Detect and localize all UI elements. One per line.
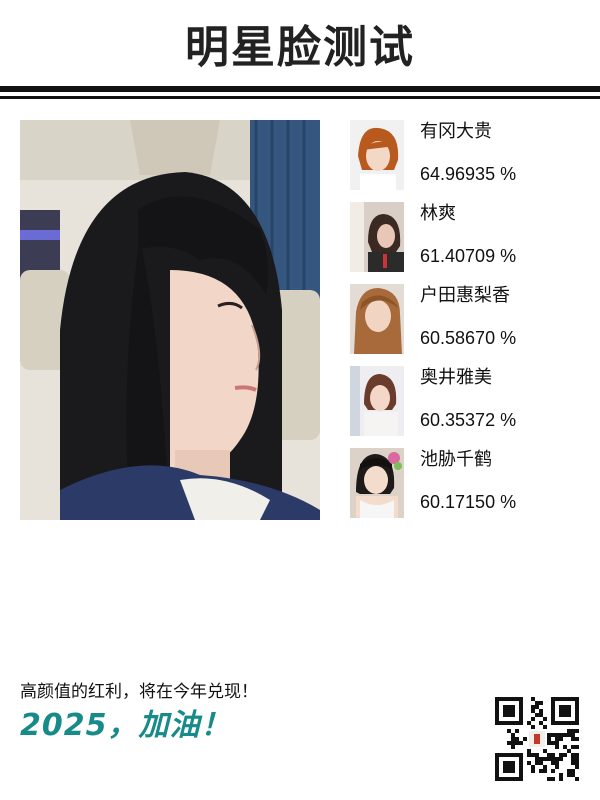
footer-slogan: 2025，加油！: [20, 708, 232, 743]
celebrity-name: 林爽: [420, 203, 456, 224]
celebrity-name: 户田惠梨香: [420, 285, 510, 306]
result-item: 有冈大贵 64.96935 %: [350, 120, 590, 202]
celebrity-name: 池胁千鹤: [420, 449, 492, 470]
result-item: 奥井雅美 60.35372 %: [350, 366, 590, 448]
header-divider-thick: [0, 86, 600, 92]
similarity-score: 60.35372 %: [420, 410, 517, 430]
similarity-score: 64.96935 %: [420, 164, 517, 184]
result-item: 林爽 61.40709 %: [350, 202, 590, 284]
uploaded-photo: [20, 120, 320, 520]
celebrity-name: 奥井雅美: [420, 367, 492, 388]
footer-tagline: 高颜值的红利，将在今年兑现！: [20, 682, 258, 702]
similarity-score: 60.58670 %: [420, 328, 517, 348]
page-title: 明星脸测试: [185, 22, 415, 73]
result-item: 户田惠梨香 60.58670 %: [350, 284, 590, 366]
celebrity-photo-icon: [350, 202, 404, 272]
celebrity-photo-icon: [350, 448, 404, 518]
celebrity-photo-icon: [350, 284, 404, 354]
match-results: 有冈大贵 64.96935 % 林爽 61.40709 % 户田惠梨香 60.5…: [350, 120, 590, 530]
header-divider-thin: [0, 96, 600, 99]
qr-code-icon[interactable]: [494, 696, 580, 782]
similarity-score: 61.40709 %: [420, 246, 517, 266]
result-item: 池胁千鹤 60.17150 %: [350, 448, 590, 530]
celebrity-photo-icon: [350, 366, 404, 436]
celebrity-photo-icon: [350, 120, 404, 190]
similarity-score: 60.17150 %: [420, 492, 517, 512]
celebrity-name: 有冈大贵: [420, 121, 492, 142]
